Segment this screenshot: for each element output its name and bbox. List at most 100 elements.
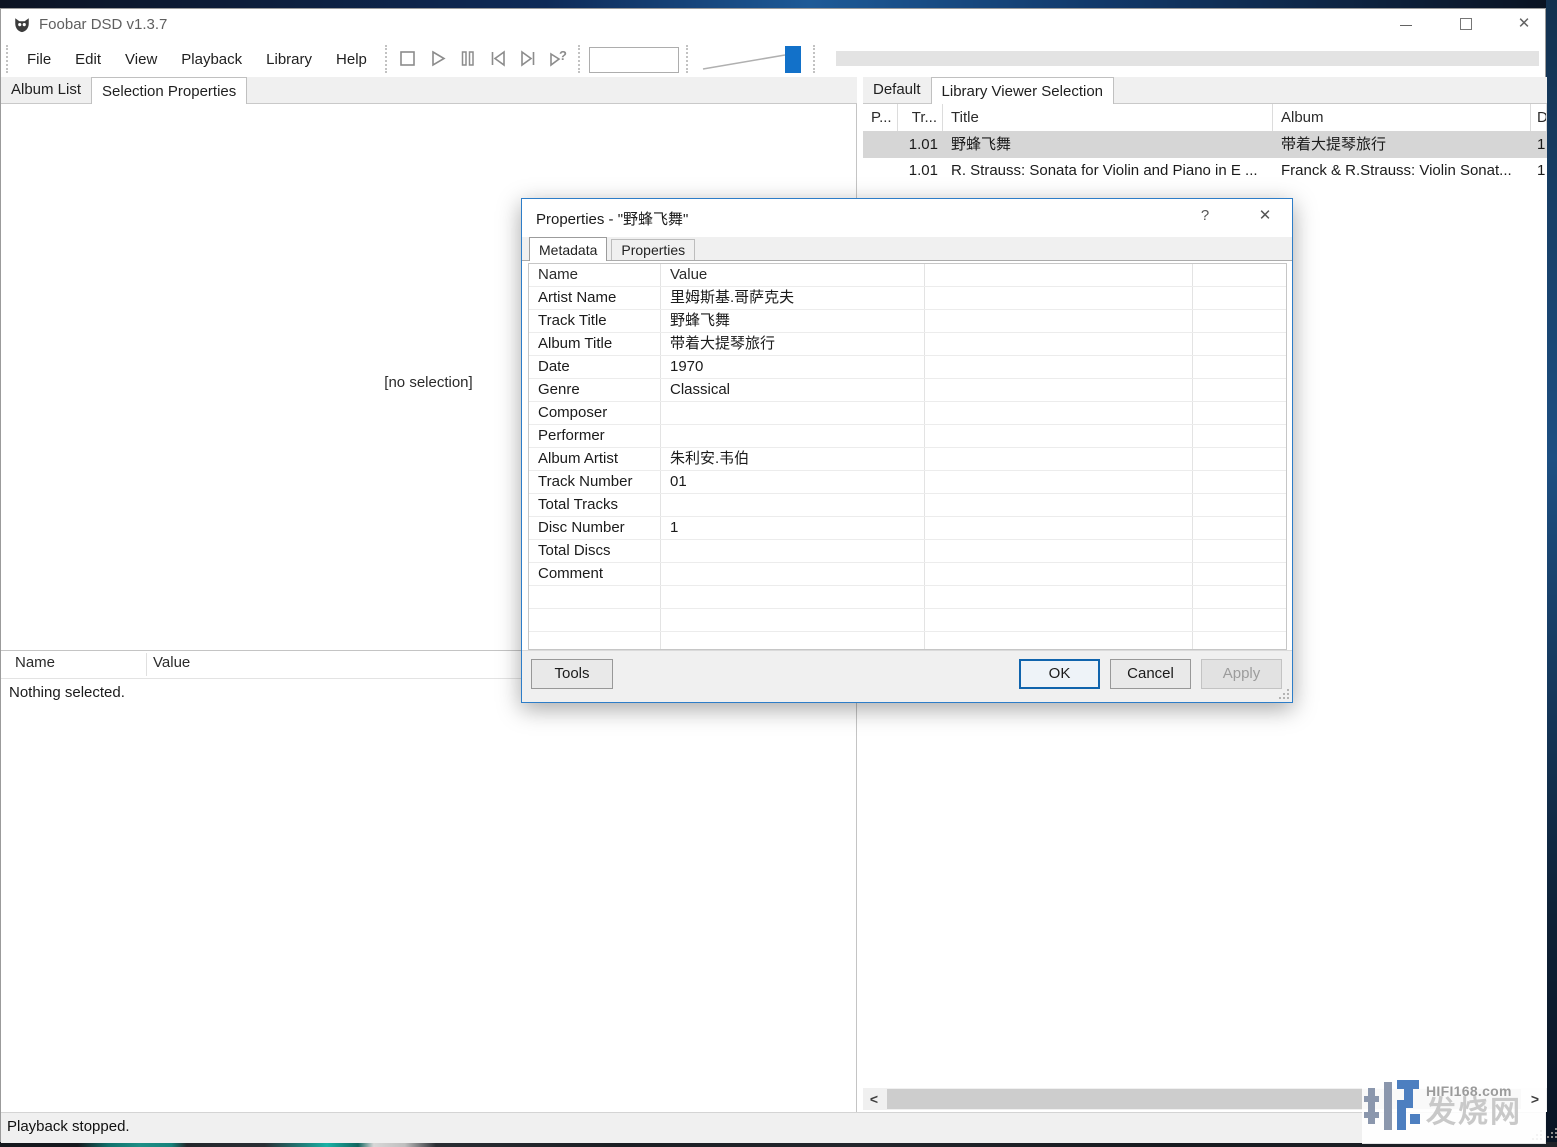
- cancel-button[interactable]: Cancel: [1110, 659, 1191, 689]
- field-value[interactable]: 野蜂飞舞: [661, 310, 925, 332]
- previous-button[interactable]: [485, 46, 511, 72]
- table-row[interactable]: 1.01野蜂飞舞带着大提琴旅行1: [863, 132, 1547, 158]
- maximize-button[interactable]: [1449, 11, 1483, 37]
- field-name: Track Number: [529, 471, 661, 493]
- seek-bar[interactable]: [836, 51, 1539, 66]
- column-header-name[interactable]: Name: [529, 264, 661, 286]
- toolbar-separator: [813, 45, 815, 73]
- column-divider[interactable]: [146, 653, 147, 676]
- field-value[interactable]: 01: [661, 471, 925, 493]
- column-header-title[interactable]: Title: [943, 104, 1273, 131]
- field-name: Album Artist: [529, 448, 661, 470]
- field-value[interactable]: [661, 494, 925, 516]
- column-header-value[interactable]: Value: [153, 654, 190, 671]
- desktop-background-strip-right: [1546, 0, 1557, 1147]
- title-bar[interactable]: Foobar DSD v1.3.7 ✕: [1, 9, 1545, 41]
- tab-properties[interactable]: Properties: [611, 239, 695, 260]
- stop-button[interactable]: [395, 46, 421, 72]
- play-icon: [426, 47, 450, 71]
- cell-tr: 1.01: [898, 132, 943, 158]
- tab-album-list[interactable]: Album List: [1, 77, 91, 103]
- scroll-left-button[interactable]: <: [863, 1088, 885, 1110]
- field-value[interactable]: 1: [661, 517, 925, 539]
- metadata-row[interactable]: Composer: [529, 402, 1286, 425]
- tab-metadata[interactable]: Metadata: [529, 237, 607, 261]
- field-value[interactable]: [661, 425, 925, 447]
- field-name: Date: [529, 356, 661, 378]
- dialog-resize-grip[interactable]: [1279, 689, 1289, 699]
- field-value[interactable]: [661, 609, 925, 631]
- play-button[interactable]: [425, 46, 451, 72]
- metadata-row[interactable]: Disc Number1: [529, 517, 1286, 540]
- column-header-name[interactable]: Name: [15, 654, 55, 671]
- menu-playback[interactable]: Playback: [169, 51, 254, 68]
- column-header-date[interactable]: D...: [1531, 104, 1547, 131]
- metadata-row[interactable]: GenreClassical: [529, 379, 1286, 402]
- toolbar-separator: [385, 45, 387, 73]
- metadata-row[interactable]: Total Discs: [529, 540, 1286, 563]
- field-value[interactable]: [661, 563, 925, 585]
- scroll-right-button[interactable]: >: [1524, 1088, 1546, 1110]
- column-header-album[interactable]: Album: [1273, 104, 1531, 131]
- metadata-row[interactable]: Date1970: [529, 356, 1286, 379]
- toolbar-drag-handle[interactable]: [6, 45, 8, 73]
- properties-list-panel: Name Value Nothing selected.: [1, 650, 857, 1112]
- next-button[interactable]: [515, 46, 541, 72]
- metadata-row[interactable]: Album Title带着大提琴旅行: [529, 333, 1286, 356]
- cell-title: R. Strauss: Sonata for Violin and Piano …: [943, 158, 1273, 184]
- field-value[interactable]: [661, 402, 925, 424]
- field-value[interactable]: [661, 586, 925, 608]
- menu-help[interactable]: Help: [324, 51, 379, 68]
- pause-button[interactable]: [455, 46, 481, 72]
- menu-library[interactable]: Library: [254, 51, 324, 68]
- field-value[interactable]: 1970: [661, 356, 925, 378]
- random-icon: ?: [546, 47, 570, 71]
- field-value[interactable]: [661, 632, 925, 650]
- metadata-empty-row[interactable]: [529, 632, 1286, 650]
- tab-default[interactable]: Default: [863, 77, 931, 103]
- field-value[interactable]: 朱利安.韦伯: [661, 448, 925, 470]
- metadata-row[interactable]: Performer: [529, 425, 1286, 448]
- column-header-value[interactable]: Value: [661, 264, 925, 286]
- toolbar-separator: [686, 45, 688, 73]
- close-button[interactable]: ✕: [1507, 11, 1541, 37]
- volume-slider[interactable]: [701, 45, 805, 75]
- menu-edit[interactable]: Edit: [63, 51, 113, 68]
- dialog-help-button[interactable]: ?: [1184, 199, 1226, 233]
- metadata-row[interactable]: Comment: [529, 563, 1286, 586]
- toolbar-separator: [578, 45, 580, 73]
- tab-library-viewer-selection[interactable]: Library Viewer Selection: [931, 77, 1114, 104]
- menu-file[interactable]: File: [15, 51, 63, 68]
- metadata-empty-row[interactable]: [529, 609, 1286, 632]
- metadata-row[interactable]: Album Artist朱利安.韦伯: [529, 448, 1286, 471]
- menu-view[interactable]: View: [113, 51, 169, 68]
- table-row[interactable]: 1.01R. Strauss: Sonata for Violin and Pi…: [863, 158, 1547, 184]
- random-button[interactable]: ?: [545, 46, 571, 72]
- minimize-button[interactable]: [1389, 11, 1423, 37]
- toolbar-combobox[interactable]: [589, 47, 679, 73]
- metadata-empty-row[interactable]: [529, 586, 1286, 609]
- minimize-icon: [1400, 25, 1412, 26]
- foobar-logo-icon: [13, 16, 31, 34]
- field-value[interactable]: 带着大提琴旅行: [661, 333, 925, 355]
- dialog-title-bar[interactable]: Properties - "野蜂飞舞" ? ✕: [522, 199, 1292, 237]
- field-name: Genre: [529, 379, 661, 401]
- dialog-close-button[interactable]: ✕: [1244, 199, 1286, 233]
- field-value[interactable]: [661, 540, 925, 562]
- playback-toolbar: ?: [395, 46, 571, 72]
- stop-icon: [396, 47, 420, 71]
- metadata-table-header: Name Value: [529, 264, 1286, 287]
- metadata-row[interactable]: Total Tracks: [529, 494, 1286, 517]
- next-icon: [516, 47, 540, 71]
- tools-button[interactable]: Tools: [531, 659, 613, 689]
- right-tab-strip: Default Library Viewer Selection: [863, 77, 1547, 104]
- tab-selection-properties[interactable]: Selection Properties: [91, 77, 247, 104]
- ok-button[interactable]: OK: [1019, 659, 1100, 689]
- column-header-playing[interactable]: P...: [863, 104, 898, 131]
- metadata-row[interactable]: Artist Name里姆斯基.哥萨克夫: [529, 287, 1286, 310]
- field-value[interactable]: Classical: [661, 379, 925, 401]
- metadata-row[interactable]: Track Number01: [529, 471, 1286, 494]
- field-value[interactable]: 里姆斯基.哥萨克夫: [661, 287, 925, 309]
- metadata-row[interactable]: Track Title野蜂飞舞: [529, 310, 1286, 333]
- column-header-track[interactable]: Tr...: [898, 104, 943, 131]
